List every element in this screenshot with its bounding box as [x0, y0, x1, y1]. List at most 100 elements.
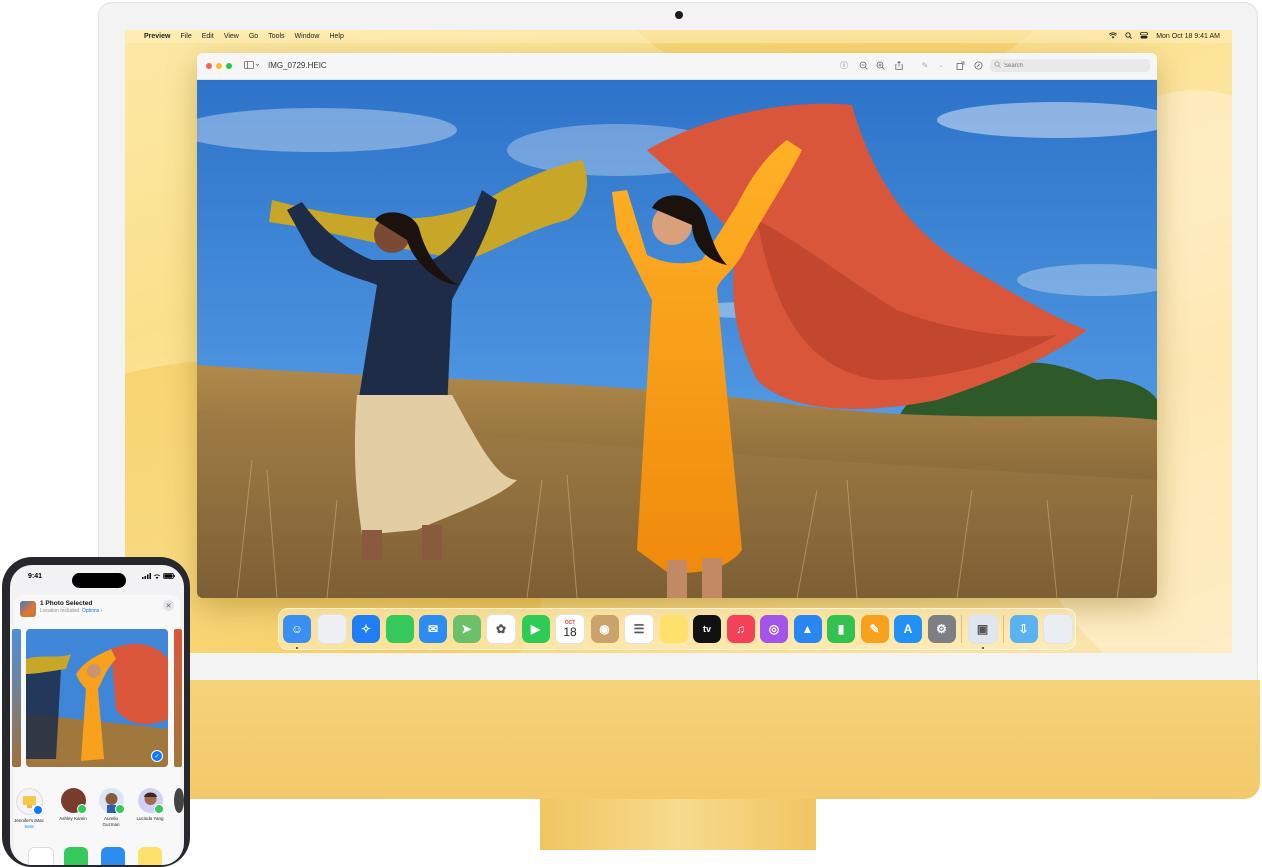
cellular-signal-icon [142, 573, 151, 581]
dock-preview[interactable]: ▣ [967, 614, 998, 649]
dynamic-island [72, 573, 126, 588]
dock-messages[interactable] [385, 615, 414, 643]
messages-badge-icon [153, 804, 164, 814]
control-center-icon[interactable] [1140, 32, 1149, 41]
dock-downloads[interactable]: ⇩ [1009, 615, 1038, 643]
selected-checkmark-icon: ✓ [151, 750, 163, 762]
person-name: Ashley Kamin [59, 816, 87, 821]
share-target-lucinda[interactable]: Lucinda Yang [135, 788, 165, 822]
system-preferences-icon: ⚙ [936, 622, 947, 636]
mail-icon: ✉ [427, 622, 439, 636]
photo-preview-left[interactable] [12, 629, 21, 767]
messages-badge-icon [76, 804, 87, 814]
close-window-button[interactable] [206, 63, 212, 69]
mac-screen: Preview File Edit View Go Tools Window H… [125, 30, 1232, 653]
markup-toolbar-icon[interactable] [972, 59, 984, 71]
zoom-window-button[interactable] [226, 63, 232, 69]
imac-stand [540, 799, 816, 850]
menu-file[interactable]: File [180, 33, 191, 40]
person-name: Lucinda Yang [136, 816, 164, 821]
share-subtitle: Location Included Options › [40, 608, 102, 614]
status-time: 9:41 [28, 573, 43, 580]
share-icon[interactable] [893, 59, 905, 71]
photo-preview-right[interactable] [174, 629, 182, 767]
share-target-aurelio[interactable]: Aurelio Guzman [96, 788, 126, 827]
markup-menu-chevron-icon[interactable]: ⌄ [935, 59, 947, 71]
airdrop-target-jennifers-imac[interactable]: Jennifer's iMac Sent [14, 788, 44, 829]
share-options-link[interactable]: Options › [82, 608, 102, 614]
info-icon[interactable]: ⓘ [838, 59, 850, 71]
dock-maps[interactable]: ➤ [452, 615, 481, 643]
share-target-partial[interactable] [174, 788, 184, 813]
running-indicator [981, 647, 984, 649]
dock-launchpad[interactable] [316, 614, 347, 644]
dock-music[interactable]: ♫ [726, 615, 755, 643]
minimize-window-button[interactable] [216, 63, 222, 69]
keynote-icon: ▲ [801, 622, 814, 636]
calendar-icon: 18 [563, 625, 577, 639]
avatar [98, 788, 125, 814]
menu-app-name[interactable]: Preview [144, 33, 170, 40]
dock-system-preferences[interactable]: ⚙ [927, 615, 956, 643]
dock-keynote[interactable]: ▲ [793, 615, 822, 643]
preview-icon: ▣ [976, 622, 989, 636]
menu-view[interactable]: View [224, 33, 239, 40]
wifi-icon[interactable] [1109, 32, 1118, 41]
dock-tv[interactable]: tv [693, 615, 721, 643]
menu-go[interactable]: Go [249, 33, 258, 40]
menu-clock[interactable]: Mon Oct 18 9:41 AM [1156, 33, 1220, 40]
dock-reminders[interactable]: ☰ [624, 614, 654, 644]
dock-app-store[interactable]: A [894, 615, 922, 643]
menu-help[interactable]: Help [329, 33, 343, 40]
dock-facetime[interactable]: ▶ [521, 615, 550, 643]
dock-mail[interactable]: ✉ [419, 615, 447, 643]
person-name: Aurelio Guzman [102, 816, 120, 827]
battery-icon [163, 573, 175, 581]
photo-preview-selected[interactable]: ✓ [26, 629, 168, 767]
dock-finder[interactable]: ☺ [283, 615, 311, 649]
zoom-out-icon[interactable] [857, 59, 869, 71]
preview-window: IMG_0729.HEIC ⓘ ✎ ⌄ [197, 53, 1157, 598]
dock-safari[interactable]: ✧ [352, 615, 380, 643]
dock-calendar[interactable]: OCT 18 [555, 614, 585, 644]
photos-icon: ✿ [495, 622, 507, 636]
safari-icon: ✧ [360, 622, 372, 636]
iphone: 9:41 1 Photo Selected Location Included … [2, 557, 190, 867]
apple-tv-icon: tv [702, 624, 711, 634]
person-name: Jennifer's iMac [14, 818, 44, 823]
dock: ☺ ✧ ✉ ➤ ✿ ▶ OCT 18 ◉ ☰ tv ♫ ◎ ▲ ▮ ✎ A ⚙ ▣ ⇩ [278, 608, 1076, 650]
dock-separator [1003, 615, 1004, 643]
dock-trash[interactable] [1043, 614, 1073, 644]
dock-numbers[interactable]: ▮ [827, 615, 855, 643]
spotlight-search-icon[interactable] [1125, 32, 1133, 41]
menu-edit[interactable]: Edit [202, 33, 214, 40]
dock-photos[interactable]: ✿ [486, 614, 516, 644]
dock-separator [961, 615, 962, 643]
imac-chin [98, 680, 1260, 799]
contacts-icon: ◉ [599, 622, 610, 636]
rotate-icon[interactable] [954, 59, 966, 71]
sidebar-toggle-icon[interactable] [243, 59, 261, 71]
close-share-button[interactable]: ✕ [163, 600, 174, 611]
markup-icon[interactable]: ✎ [919, 59, 931, 71]
app-store-icon: A [903, 622, 913, 636]
music-icon: ♫ [736, 622, 745, 636]
share-sheet: 1 Photo Selected Location Included Optio… [12, 595, 184, 865]
window-toolbar: IMG_0729.HEIC ⓘ ✎ ⌄ [197, 53, 1157, 80]
avatar [137, 788, 164, 814]
search-field[interactable] [990, 59, 1150, 72]
menu-tools[interactable]: Tools [268, 33, 284, 40]
share-target-ashley[interactable]: Ashley Kamin [58, 788, 88, 822]
zoom-in-icon[interactable] [874, 59, 886, 71]
running-indicator [296, 647, 298, 649]
search-input[interactable] [1004, 62, 1124, 69]
dock-pages[interactable]: ✎ [860, 615, 889, 643]
dock-podcasts[interactable]: ◎ [760, 615, 788, 643]
dock-notes[interactable] [659, 615, 688, 643]
dock-contacts[interactable]: ◉ [590, 615, 619, 643]
menu-window[interactable]: Window [295, 33, 320, 40]
airdrop-badge-icon [32, 805, 43, 815]
iphone-screen: 9:41 1 Photo Selected Location Included … [10, 565, 184, 865]
avatar [60, 788, 87, 814]
messages-badge-icon [114, 804, 125, 814]
